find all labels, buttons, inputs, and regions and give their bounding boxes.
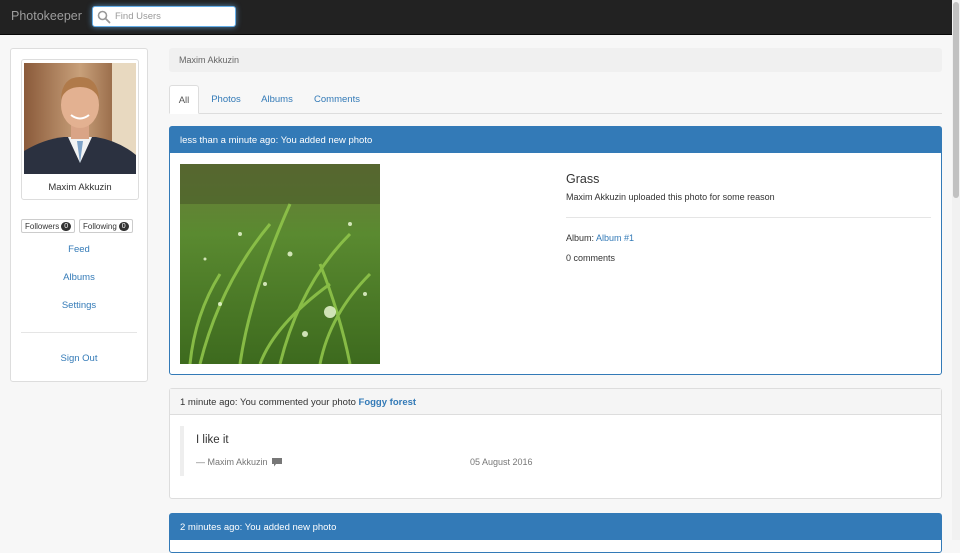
comment-date: 05 August 2016 bbox=[470, 457, 533, 467]
comment-author: — Maxim Akkuzin bbox=[196, 457, 268, 467]
comment-quote: I like it — Maxim Akkuzin 05 August 2016 bbox=[180, 426, 740, 476]
sidebar-link-settings[interactable]: Settings bbox=[11, 300, 147, 311]
feed-item-photo-2: 2 minutes ago: You added new photo bbox=[169, 513, 942, 553]
search-input[interactable] bbox=[115, 9, 230, 24]
album-label: Album: bbox=[566, 233, 595, 243]
sidebar-link-feed[interactable]: Feed bbox=[11, 244, 147, 255]
profile-card: Maxim Akkuzin bbox=[21, 59, 139, 200]
tab-photos[interactable]: Photos bbox=[206, 85, 246, 113]
feed-item-heading: 1 minute ago: You commented your photo F… bbox=[170, 389, 941, 415]
album-link[interactable]: Album #1 bbox=[596, 233, 634, 243]
comment-heading-text: 1 minute ago: You commented your photo bbox=[180, 397, 356, 408]
search-box[interactable] bbox=[92, 6, 236, 27]
comment-footer: — Maxim Akkuzin bbox=[196, 457, 283, 467]
sign-out-link[interactable]: Sign Out bbox=[11, 353, 147, 364]
following-button[interactable]: Following 0 bbox=[79, 219, 133, 233]
commented-photo-link[interactable]: Foggy forest bbox=[359, 397, 417, 408]
following-count-badge: 0 bbox=[118, 222, 129, 232]
followers-count-badge: 0 bbox=[61, 222, 72, 232]
page-scrollbar[interactable] bbox=[952, 0, 960, 540]
avatar[interactable] bbox=[24, 63, 136, 174]
photo-comments-count: 0 comments bbox=[566, 253, 616, 263]
scrollbar-thumb[interactable] bbox=[953, 2, 959, 198]
tab-comments[interactable]: Comments bbox=[309, 85, 365, 113]
following-label: Following bbox=[83, 222, 117, 231]
followers-button[interactable]: Followers 0 bbox=[21, 219, 76, 233]
navbar: Photokeeper bbox=[0, 0, 952, 35]
brand-link[interactable]: Photokeeper bbox=[11, 9, 82, 23]
breadcrumb: Maxim Akkuzin bbox=[169, 48, 942, 72]
feed-item-heading: less than a minute ago: You added new ph… bbox=[170, 127, 941, 153]
photo-thumbnail[interactable] bbox=[180, 164, 380, 364]
sidebar-divider bbox=[21, 332, 137, 333]
photo-album: Album: Album #1 bbox=[566, 233, 634, 243]
comment-text: I like it bbox=[196, 434, 229, 446]
search-icon bbox=[97, 10, 111, 24]
profile-name: Maxim Akkuzin bbox=[48, 182, 112, 193]
feed-tabs: All Photos Albums Comments bbox=[169, 85, 942, 114]
photo-title: Grass bbox=[566, 172, 600, 186]
tab-all[interactable]: All bbox=[169, 85, 199, 114]
tab-albums[interactable]: Albums bbox=[257, 85, 297, 113]
feed-item-heading: 2 minutes ago: You added new photo bbox=[170, 514, 941, 540]
comment-icon bbox=[272, 458, 283, 467]
photo-divider bbox=[566, 217, 931, 218]
sidebar: Maxim Akkuzin Followers 0 Following 0 Feed… bbox=[10, 48, 148, 382]
feed-item-photo: less than a minute ago: You added new ph… bbox=[169, 126, 942, 375]
feed-item-comment: 1 minute ago: You commented your photo F… bbox=[169, 388, 942, 499]
sidebar-link-albums[interactable]: Albums bbox=[11, 272, 147, 283]
followers-label: Followers bbox=[25, 222, 60, 231]
photo-description: Maxim Akkuzin uploaded this photo for so… bbox=[566, 192, 775, 202]
